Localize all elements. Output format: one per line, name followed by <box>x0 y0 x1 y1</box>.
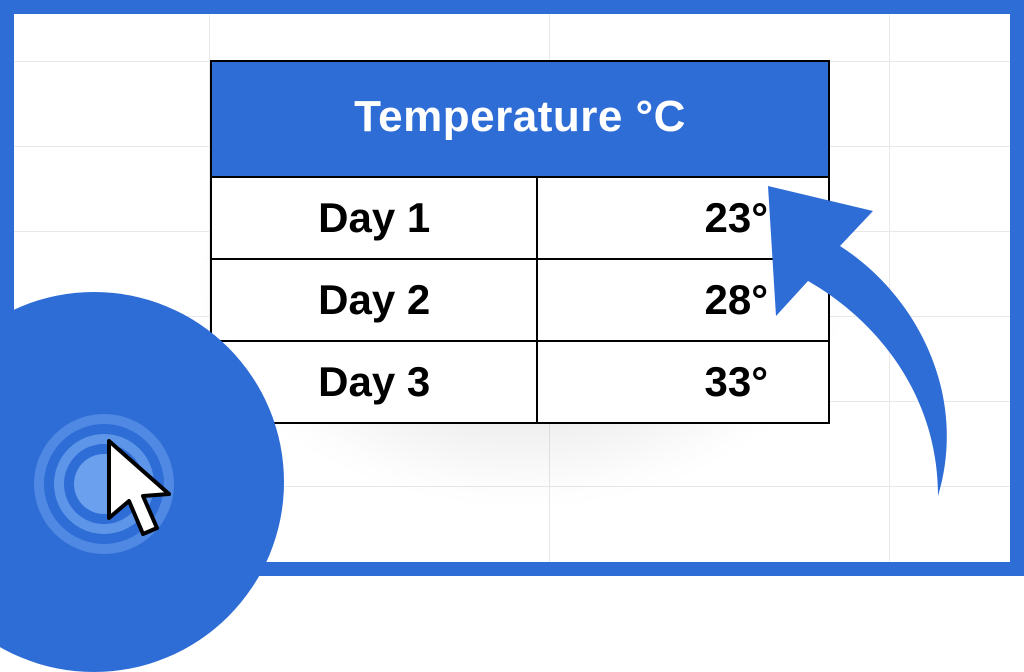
temperature-table: Temperature °C Day 1 23° Day 2 28° Day 3… <box>210 60 830 424</box>
row-label: Day 1 <box>211 177 537 259</box>
table-row: Day 1 23° <box>211 177 829 259</box>
table-header: Temperature °C <box>211 61 829 177</box>
outer-frame: Temperature °C Day 1 23° Day 2 28° Day 3… <box>0 0 1024 576</box>
pointer-arrow-icon <box>758 176 978 496</box>
table-row: Day 3 33° <box>211 341 829 423</box>
table-row: Day 2 28° <box>211 259 829 341</box>
cursor-icon <box>99 436 189 546</box>
